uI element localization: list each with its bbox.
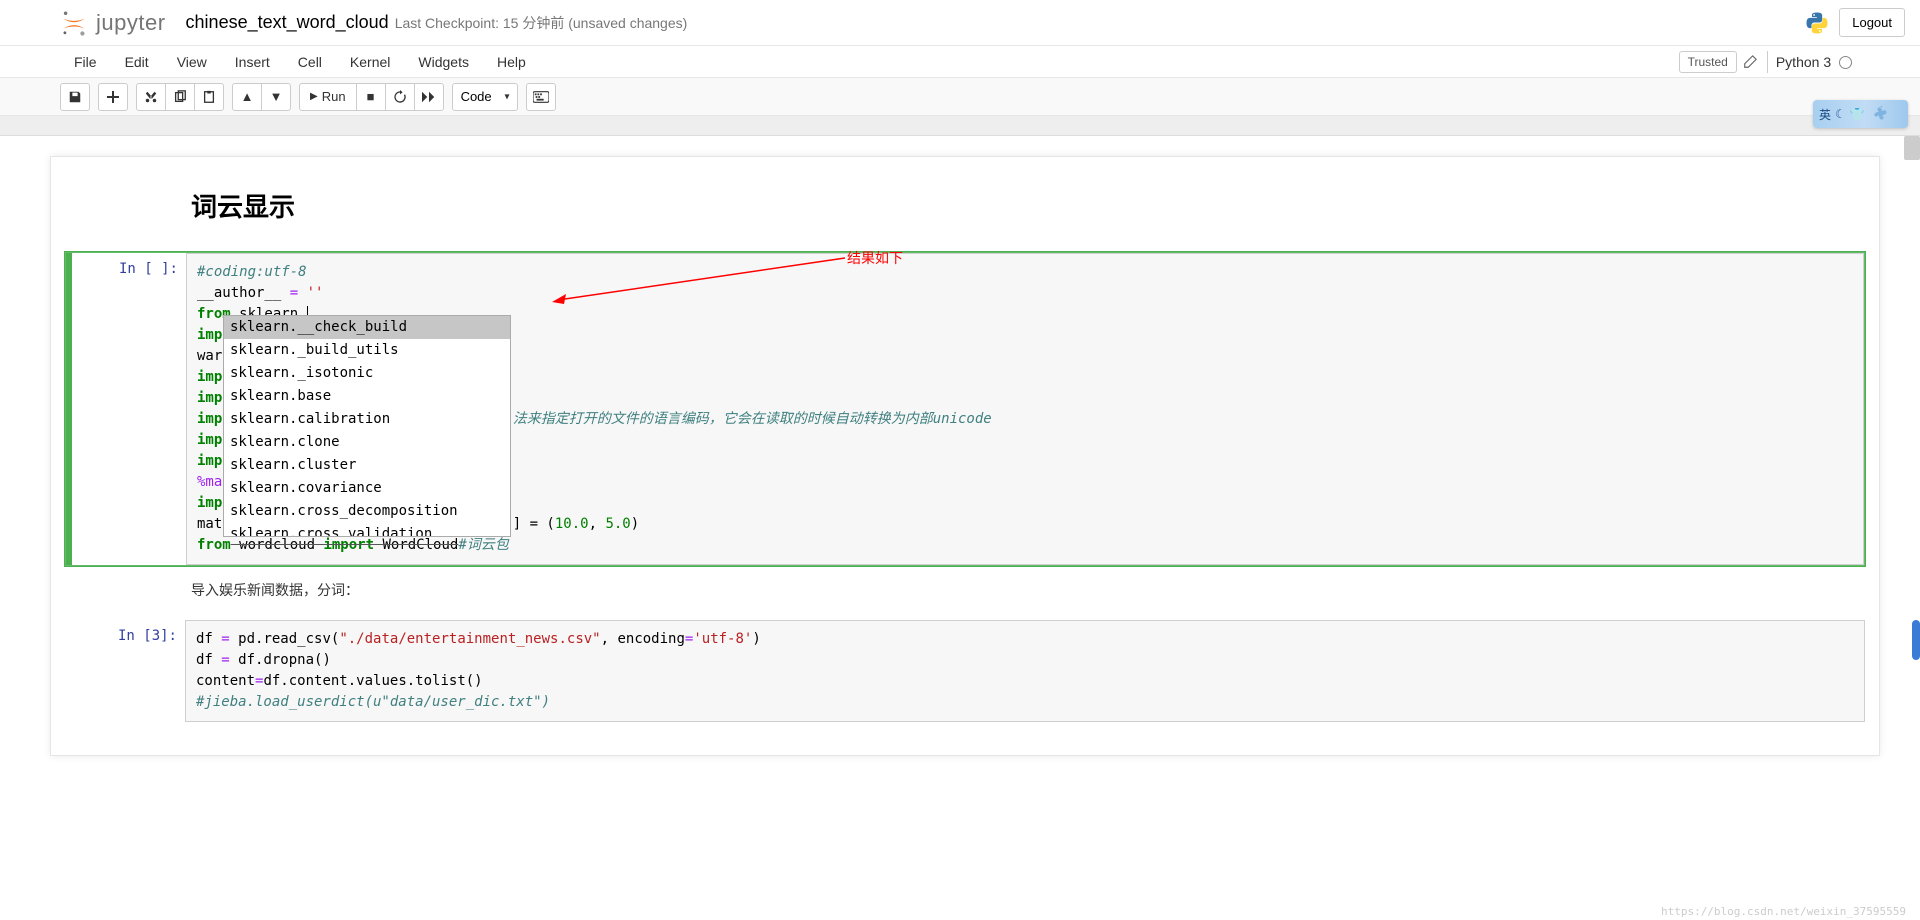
stop-button[interactable]: ■ <box>356 83 386 111</box>
autocomplete-popup[interactable]: sklearn.__check_build sklearn._build_uti… <box>223 315 511 537</box>
ac-item[interactable]: sklearn._isotonic <box>224 362 510 385</box>
menu-insert[interactable]: Insert <box>221 49 284 75</box>
ac-item[interactable]: sklearn.cluster <box>224 454 510 477</box>
ime-badge[interactable]: 英 ☾ 👕 <box>1813 100 1908 128</box>
ac-item[interactable]: sklearn._build_utils <box>224 339 510 362</box>
gray-strip <box>0 116 1920 136</box>
save-button[interactable] <box>60 83 90 111</box>
menu-kernel[interactable]: Kernel <box>336 49 404 75</box>
move-up-button[interactable]: ▲ <box>232 83 262 111</box>
ac-item[interactable]: sklearn.cross_validation <box>224 523 510 536</box>
menu-cell[interactable]: Cell <box>284 49 336 75</box>
cut-button[interactable] <box>136 83 166 111</box>
notebook-container: 词云显示 In [ ]: 结果如下 #coding:utf-8 __author… <box>0 136 1920 756</box>
moon-icon: ☾ <box>1835 107 1846 121</box>
toolbar: ▲ ▼ ▶Run ■ Code <box>0 78 1920 116</box>
notebook-name[interactable]: chinese_text_word_cloud <box>186 12 389 33</box>
kernel-name[interactable]: Python 3 <box>1767 51 1860 73</box>
copy-button[interactable] <box>165 83 195 111</box>
jupyter-icon <box>60 9 88 37</box>
menu-edit[interactable]: Edit <box>111 49 163 75</box>
ac-item[interactable]: sklearn.cross_decomposition <box>224 500 510 523</box>
jupyter-logo[interactable]: jupyter <box>60 9 166 37</box>
edit-icon[interactable] <box>1743 55 1757 69</box>
ac-item[interactable]: sklearn.__check_build <box>224 316 510 339</box>
code-cell-2[interactable]: In [3]: df = pd.read_csv("./data/enterta… <box>65 620 1865 722</box>
move-down-button[interactable]: ▼ <box>261 83 291 111</box>
prompt-in-1: In [ ]: <box>66 253 186 565</box>
flower-icon <box>1869 104 1889 124</box>
prompt-in-2: In [3]: <box>65 620 185 722</box>
scrollbar-thumb[interactable] <box>1904 136 1920 160</box>
trusted-badge[interactable]: Trusted <box>1679 51 1737 73</box>
markdown-import-data: 导入娱乐新闻数据，分词： <box>51 570 1879 616</box>
menu-view[interactable]: View <box>163 49 221 75</box>
ac-item[interactable]: sklearn.clone <box>224 431 510 454</box>
logout-button[interactable]: Logout <box>1839 8 1905 37</box>
watermark: https://blog.csdn.net/weixin_37595559 <box>1661 905 1906 918</box>
command-palette-button[interactable] <box>526 83 556 111</box>
menu-file[interactable]: File <box>60 49 111 75</box>
menu-widgets[interactable]: Widgets <box>404 49 483 75</box>
code-input-2[interactable]: df = pd.read_csv("./data/entertainment_n… <box>185 620 1865 722</box>
scrollbar-thumb-2[interactable] <box>1912 620 1920 660</box>
ac-item[interactable]: sklearn.base <box>224 385 510 408</box>
paste-button[interactable] <box>194 83 224 111</box>
kernel-status-icon <box>1839 56 1852 69</box>
checkpoint-status: Last Checkpoint: 15 分钟前 (unsaved changes… <box>395 13 688 33</box>
celltype-select[interactable]: Code <box>452 83 518 111</box>
ac-item[interactable]: sklearn.calibration <box>224 408 510 431</box>
run-button[interactable]: ▶Run <box>299 83 357 111</box>
code-cell-1[interactable]: In [ ]: 结果如下 #coding:utf-8 __author__ = … <box>65 252 1865 566</box>
add-cell-button[interactable] <box>98 83 128 111</box>
jupyter-logotype: jupyter <box>96 10 166 36</box>
fast-forward-button[interactable] <box>414 83 444 111</box>
menu-help[interactable]: Help <box>483 49 540 75</box>
python-icon <box>1805 11 1829 35</box>
annotation-label: 结果如下 <box>847 249 903 270</box>
ime-label: 英 <box>1819 106 1831 123</box>
shirt-icon: 👕 <box>1850 107 1865 121</box>
restart-button[interactable] <box>385 83 415 111</box>
markdown-cell-title: 词云显示 <box>51 187 1879 248</box>
code-input-1[interactable]: 结果如下 #coding:utf-8 __author__ = '' from … <box>186 253 1864 565</box>
ac-item[interactable]: sklearn.covariance <box>224 477 510 500</box>
heading-wordcloud: 词云显示 <box>191 187 1739 224</box>
notebook-header: jupyter chinese_text_word_cloud Last Che… <box>0 0 1920 46</box>
menubar: File Edit View Insert Cell Kernel Widget… <box>0 46 1920 78</box>
notebook-inner: 词云显示 In [ ]: 结果如下 #coding:utf-8 __author… <box>50 156 1880 756</box>
